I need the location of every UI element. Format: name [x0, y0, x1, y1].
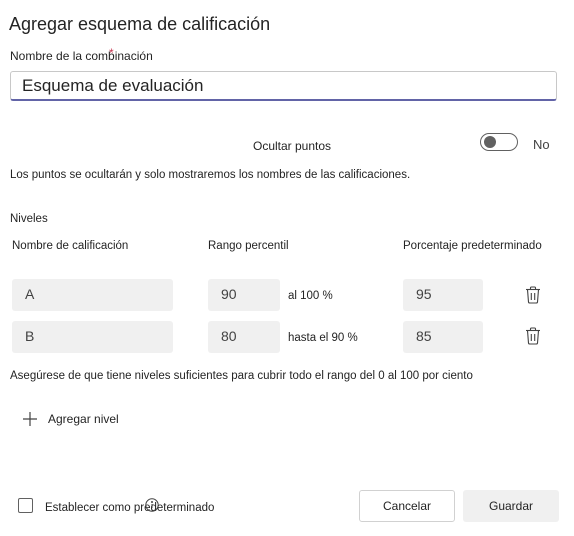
- set-default-checkbox[interactable]: [18, 498, 33, 513]
- add-level-button[interactable]: Agregar nivel: [22, 408, 119, 430]
- hide-points-label: Ocultar puntos: [253, 139, 332, 153]
- name-field-label: Nombre de la combinación: [10, 49, 153, 63]
- trash-icon: [526, 327, 540, 345]
- delete-level-button[interactable]: [525, 327, 541, 350]
- percentile-field[interactable]: 80: [208, 321, 280, 353]
- default-percentage-field[interactable]: 95: [403, 279, 483, 311]
- levels-coverage-warning: Asegúrese de que tiene niveles suficient…: [10, 370, 473, 382]
- range-upper-text: hasta el 90 %: [288, 332, 358, 344]
- scheme-name-input[interactable]: [10, 71, 557, 101]
- levels-section-label: Niveles: [10, 213, 48, 225]
- column-header-percentile-range: Rango percentil: [208, 240, 289, 252]
- hide-points-toggle[interactable]: [480, 133, 518, 151]
- set-default-label: Establecer como predeterminado: [45, 502, 215, 514]
- toggle-knob: [484, 136, 496, 148]
- hide-points-state: No: [533, 137, 550, 152]
- grade-name-field[interactable]: B: [12, 321, 173, 353]
- info-icon[interactable]: [145, 498, 159, 512]
- dialog-title: Agregar esquema de calificación: [9, 14, 271, 34]
- plus-icon: [23, 412, 37, 426]
- range-upper-text: al 100 %: [288, 290, 333, 302]
- column-header-default-percentage: Porcentaje predeterminado: [403, 240, 542, 252]
- required-marker: *: [109, 46, 114, 60]
- column-header-grade-name: Nombre de calificación: [12, 240, 129, 252]
- grade-name-field[interactable]: A: [12, 279, 173, 311]
- hide-points-description: Los puntos se ocultarán y solo mostrarem…: [10, 169, 411, 181]
- cancel-button[interactable]: Cancelar: [359, 490, 455, 522]
- save-button[interactable]: Guardar: [463, 490, 559, 522]
- default-percentage-field[interactable]: 85: [403, 321, 483, 353]
- add-level-label: Agregar nivel: [48, 412, 119, 426]
- delete-level-button[interactable]: [525, 286, 541, 309]
- percentile-field[interactable]: 90: [208, 279, 280, 311]
- trash-icon: [526, 286, 540, 304]
